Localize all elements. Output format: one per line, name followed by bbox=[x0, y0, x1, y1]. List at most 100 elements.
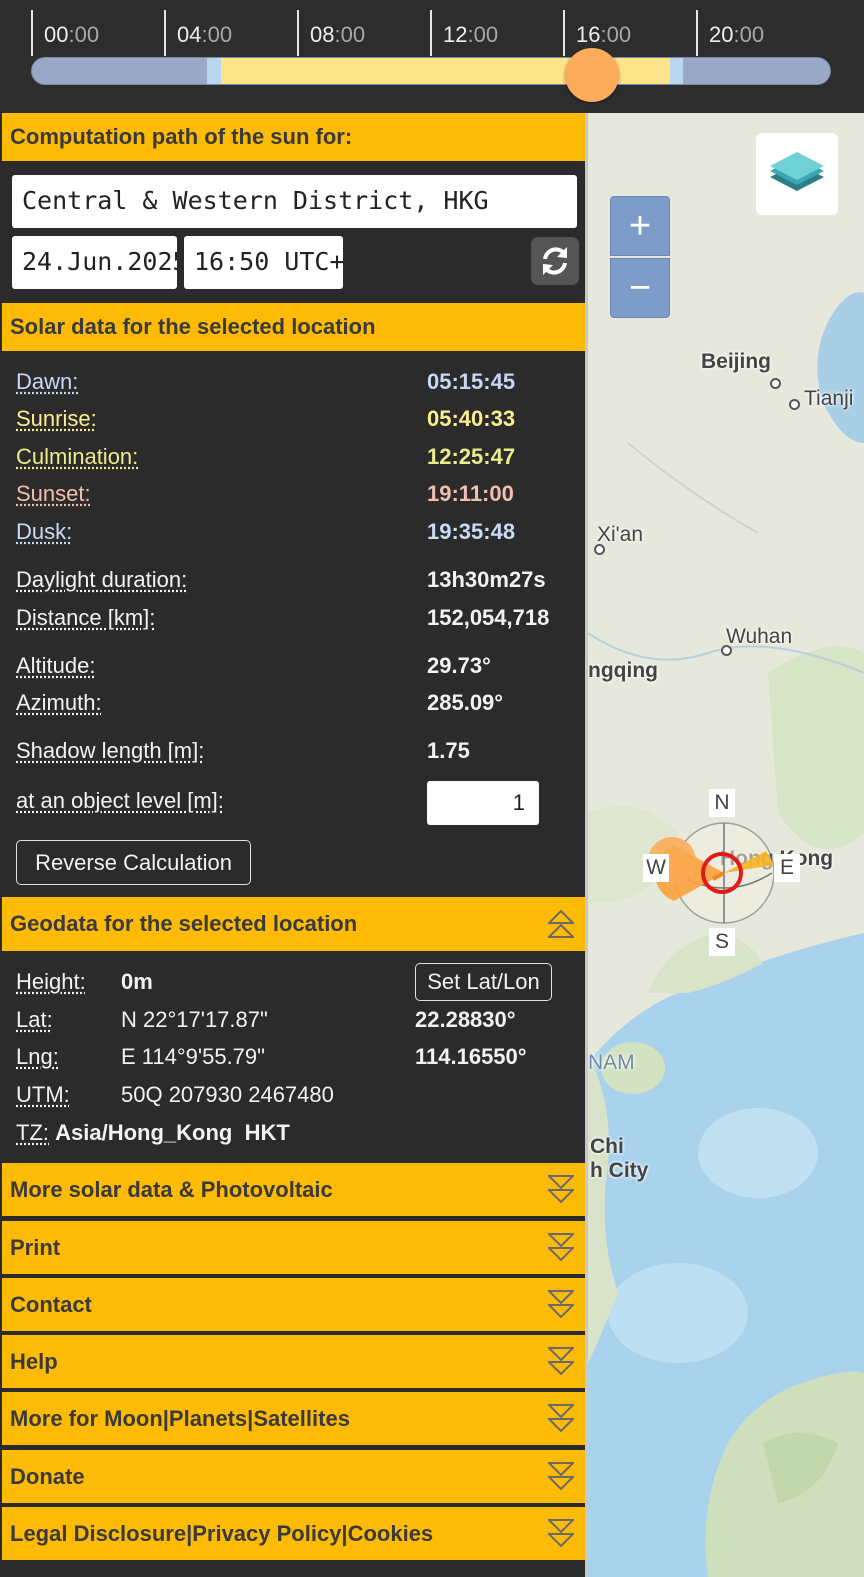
map-label-hcmc-2: h City bbox=[590, 1159, 649, 1182]
dawn-label[interactable]: Dawn: bbox=[16, 369, 78, 395]
lat-label[interactable]: Lat: bbox=[16, 1007, 53, 1033]
distance-label[interactable]: Distance [km]: bbox=[16, 605, 155, 631]
zoom-in-button[interactable]: + bbox=[610, 196, 670, 256]
city-dot bbox=[770, 378, 781, 389]
expand-chevron-icon bbox=[548, 1175, 574, 1204]
culmination-label[interactable]: Culmination: bbox=[16, 444, 138, 470]
height-label[interactable]: Height: bbox=[16, 969, 86, 995]
refresh-icon bbox=[543, 247, 567, 275]
sidebar-panel: Computation path of the sun for: Central… bbox=[0, 113, 590, 1577]
shadow-length-label[interactable]: Shadow length [m]: bbox=[16, 738, 204, 764]
section-header-label: More solar data & Photovoltaic bbox=[10, 1177, 333, 1202]
compass-east-label: E bbox=[774, 854, 800, 882]
section-header[interactable]: More for Moon|Planets|Satellites bbox=[2, 1392, 586, 1445]
tick-mark bbox=[164, 10, 166, 56]
layers-icon bbox=[770, 152, 824, 191]
section-header[interactable]: Print bbox=[2, 1221, 586, 1274]
dawn-value: 05:15:45 bbox=[427, 369, 516, 394]
city-dot bbox=[594, 544, 605, 555]
daylight-duration-label[interactable]: Daylight duration: bbox=[16, 567, 187, 593]
distance-value: 152,054,718 bbox=[427, 605, 550, 630]
time-slider-thumb[interactable] bbox=[564, 48, 619, 102]
city-dot bbox=[721, 645, 732, 656]
expand-chevron-icon bbox=[548, 1404, 574, 1433]
collapse-chevron-icon bbox=[548, 909, 574, 938]
culmination-value: 12:25:47 bbox=[427, 444, 516, 469]
compass-north-label: N bbox=[709, 789, 735, 817]
computation-header-label: Computation path of the sun for: bbox=[10, 124, 353, 149]
object-level-input[interactable]: 1 bbox=[427, 781, 539, 825]
lat-dms-value: N 22°17'17.87" bbox=[121, 1007, 268, 1032]
tick-label-12: 12:00 bbox=[443, 22, 499, 47]
dusk-label[interactable]: Dusk: bbox=[16, 519, 72, 545]
tick-label-20: 20:00 bbox=[709, 22, 765, 47]
section-header[interactable]: Help bbox=[2, 1335, 586, 1388]
sunrise-label[interactable]: Sunrise: bbox=[16, 406, 97, 432]
time-input[interactable]: 16:50 UTC+8 bbox=[184, 236, 343, 289]
refresh-button[interactable] bbox=[531, 237, 579, 285]
timezone-label[interactable]: TZ: bbox=[16, 1120, 49, 1145]
object-level-label[interactable]: at an object level [m]: bbox=[16, 788, 224, 814]
zoom-out-button[interactable]: − bbox=[610, 258, 670, 318]
section-header[interactable]: Legal Disclosure|Privacy Policy|Cookies bbox=[2, 1507, 586, 1560]
azimuth-label[interactable]: Azimuth: bbox=[16, 690, 102, 716]
date-input[interactable]: 24.Jun.2025 bbox=[12, 236, 177, 289]
computation-section: Central & Western District, HKG 24.Jun.2… bbox=[2, 161, 586, 303]
lng-dms-value: E 114°9'55.79" bbox=[121, 1044, 265, 1069]
tick-label-0: 00:00 bbox=[44, 22, 100, 47]
tick-label-4: 04:00 bbox=[177, 22, 233, 47]
utm-label[interactable]: UTM: bbox=[16, 1082, 70, 1108]
time-slider-track[interactable] bbox=[31, 57, 831, 85]
location-input[interactable]: Central & Western District, HKG bbox=[12, 175, 577, 228]
tick-mark bbox=[563, 10, 565, 56]
section-header-label: Donate bbox=[10, 1464, 85, 1489]
geodata-header[interactable]: Geodata for the selected location bbox=[2, 897, 586, 951]
sunset-value: 19:11:00 bbox=[427, 481, 514, 506]
tick-label-16: 16:00 bbox=[576, 22, 632, 47]
time-slider-bar: 00:00 04:00 08:00 12:00 16:00 20:00 bbox=[0, 0, 864, 113]
map-label-hcmc-1: Chi bbox=[590, 1135, 624, 1158]
map-label-wuhan: Wuhan bbox=[726, 625, 793, 648]
section-header[interactable]: Contact bbox=[2, 1278, 586, 1331]
tick-mark bbox=[297, 10, 299, 56]
tick-mark bbox=[696, 10, 698, 56]
lng-decimal-value: 114.16550° bbox=[415, 1044, 527, 1069]
tick-mark bbox=[31, 10, 33, 56]
altitude-label[interactable]: Altitude: bbox=[16, 653, 96, 679]
altitude-value: 29.73° bbox=[427, 653, 491, 678]
section-header-label: Help bbox=[10, 1349, 58, 1374]
set-lat-lon-button[interactable]: Set Lat/Lon bbox=[415, 963, 552, 1001]
section-header-label: Print bbox=[10, 1235, 61, 1260]
section-header-label: Legal Disclosure|Privacy Policy|Cookies bbox=[10, 1521, 434, 1546]
timezone-value: Asia/Hong_Kong HKT bbox=[55, 1120, 290, 1145]
geodata-header-label: Geodata for the selected location bbox=[10, 911, 358, 936]
compass-west-label: W bbox=[643, 854, 669, 882]
city-dot bbox=[789, 399, 800, 410]
lat-decimal-value: 22.28830° bbox=[415, 1007, 516, 1032]
shadow-length-value: 1.75 bbox=[427, 738, 470, 763]
sunset-label[interactable]: Sunset: bbox=[16, 481, 91, 507]
solar-data-header: Solar data for the selected location bbox=[2, 303, 586, 351]
dusk-twilight-segment bbox=[670, 58, 683, 84]
utm-value: 50Q 207930 2467480 bbox=[121, 1082, 334, 1107]
sunrise-value: 05:40:33 bbox=[427, 406, 516, 431]
expand-chevron-icon bbox=[548, 1233, 574, 1262]
dawn-twilight-segment bbox=[207, 58, 221, 84]
layers-button[interactable] bbox=[756, 133, 838, 215]
map-view[interactable]: + − Beijing Tianji Xi'an Wuhan ngqing Ho… bbox=[588, 113, 864, 1577]
solar-data-header-label: Solar data for the selected location bbox=[10, 314, 376, 339]
section-header[interactable]: More solar data & Photovoltaic bbox=[2, 1163, 586, 1216]
map-label-xian: Xi'an bbox=[597, 523, 644, 546]
section-header[interactable]: Donate bbox=[2, 1450, 586, 1503]
map-label-chongqing: ngqing bbox=[588, 659, 658, 682]
map-label-tianjin: Tianji bbox=[804, 387, 854, 410]
height-value: 0m bbox=[121, 969, 153, 994]
expand-chevron-icon bbox=[548, 1519, 574, 1548]
computation-header: Computation path of the sun for: bbox=[2, 113, 586, 161]
dusk-value: 19:35:48 bbox=[427, 519, 516, 544]
section-header-label: More for Moon|Planets|Satellites bbox=[10, 1406, 350, 1431]
lng-label[interactable]: Lng: bbox=[16, 1044, 59, 1070]
section-header-label: Contact bbox=[10, 1292, 92, 1317]
tick-mark bbox=[430, 10, 432, 56]
reverse-calculation-button[interactable]: Reverse Calculation bbox=[16, 840, 251, 885]
